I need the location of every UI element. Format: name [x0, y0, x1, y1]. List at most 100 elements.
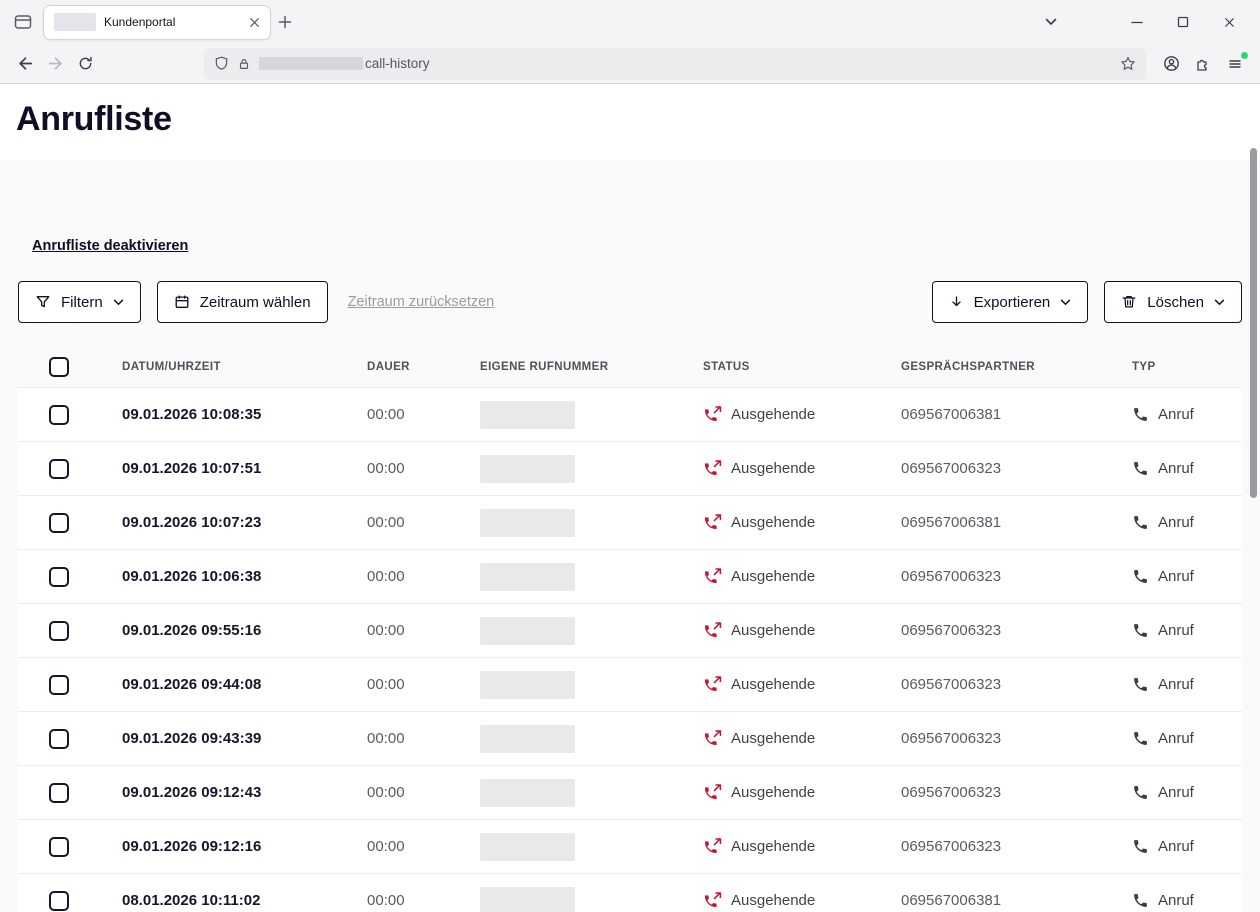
outgoing-call-icon — [703, 675, 722, 694]
table-header-row: DATUM/UHRZEIT DAUER EIGENE RUFNUMMER STA… — [18, 347, 1242, 387]
row-checkbox[interactable] — [49, 567, 69, 587]
select-all-checkbox[interactable] — [49, 357, 69, 377]
window-close-button[interactable] — [1206, 0, 1252, 44]
row-checkbox[interactable] — [49, 459, 69, 479]
row-checkbox[interactable] — [49, 837, 69, 857]
browser-chrome: Kundenportal — [0, 0, 1260, 84]
own-number-redacted — [480, 833, 575, 861]
phone-icon — [1132, 892, 1149, 909]
tab-close-button[interactable] — [244, 12, 264, 32]
col-header-status: STATUS — [703, 361, 901, 373]
cell-partner: 069567006323 — [901, 622, 1132, 639]
account-icon — [1163, 55, 1180, 72]
own-number-redacted — [480, 887, 575, 912]
forward-button[interactable] — [40, 49, 70, 79]
outgoing-call-icon — [703, 621, 722, 640]
cell-datetime: 08.01.2026 10:11:02 — [122, 892, 367, 909]
reload-button[interactable] — [70, 49, 100, 79]
close-icon — [1222, 15, 1237, 30]
cell-partner: 069567006323 — [901, 838, 1132, 855]
row-checkbox[interactable] — [49, 675, 69, 695]
plus-icon — [278, 15, 292, 29]
reset-range-link[interactable]: Zeitraum zurücksetzen — [348, 294, 495, 310]
cell-partner: 069567006323 — [901, 568, 1132, 585]
url-bar[interactable]: call-history — [204, 48, 1146, 80]
maximize-button[interactable] — [1160, 0, 1206, 44]
bookmark-star-icon[interactable] — [1120, 56, 1136, 72]
cell-duration: 00:00 — [367, 730, 480, 747]
shield-icon[interactable] — [214, 56, 229, 71]
new-tab-button[interactable] — [270, 7, 300, 37]
page-title: Anrufliste — [16, 100, 1244, 139]
account-button[interactable] — [1156, 49, 1186, 79]
firefox-view-icon — [13, 12, 33, 32]
cell-type: Anruf — [1158, 730, 1194, 747]
minimize-button[interactable] — [1114, 0, 1160, 44]
table-row: 09.01.2026 09:12:16 00:00 Ausgehende 069… — [18, 819, 1242, 873]
deactivate-row: Anrufliste deaktivieren — [18, 161, 1242, 255]
export-button[interactable]: Exportieren — [932, 281, 1089, 323]
filter-button-label: Filtern — [61, 294, 103, 311]
cell-datetime: 09.01.2026 09:12:16 — [122, 838, 367, 855]
deactivate-calllist-link[interactable]: Anrufliste deaktivieren — [32, 238, 188, 254]
delete-button-label: Löschen — [1147, 294, 1204, 311]
filter-button[interactable]: Filtern — [18, 281, 141, 323]
phone-icon — [1132, 406, 1149, 423]
cell-partner: 069567006323 — [901, 784, 1132, 801]
col-header-partner: GESPRÄCHSPARTNER — [901, 361, 1132, 373]
page-scrollbar-thumb[interactable] — [1250, 148, 1257, 498]
cell-duration: 00:00 — [367, 568, 480, 585]
cell-type: Anruf — [1158, 784, 1194, 801]
own-number-redacted — [480, 455, 575, 483]
outgoing-call-icon — [703, 513, 722, 532]
url-domain-redacted — [259, 57, 363, 70]
cell-partner: 069567006323 — [901, 460, 1132, 477]
page-header: Anrufliste — [0, 84, 1260, 161]
col-header-type: TYP — [1132, 361, 1242, 373]
lock-icon[interactable] — [237, 57, 251, 71]
tab-list-button[interactable] — [1028, 0, 1074, 44]
cell-duration: 00:00 — [367, 892, 480, 909]
cell-datetime: 09.01.2026 09:55:16 — [122, 622, 367, 639]
row-checkbox[interactable] — [49, 783, 69, 803]
table-row: 09.01.2026 09:12:43 00:00 Ausgehende 069… — [18, 765, 1242, 819]
funnel-icon — [35, 294, 51, 310]
trash-icon — [1121, 294, 1137, 310]
cell-type: Anruf — [1158, 514, 1194, 531]
cell-type: Anruf — [1158, 406, 1194, 423]
phone-icon — [1132, 460, 1149, 477]
row-checkbox[interactable] — [49, 405, 69, 425]
date-range-button[interactable]: Zeitraum wählen — [157, 281, 328, 323]
row-checkbox[interactable] — [49, 729, 69, 749]
own-number-redacted — [480, 401, 575, 429]
outgoing-call-icon — [703, 459, 722, 478]
delete-button[interactable]: Löschen — [1104, 281, 1242, 323]
table-row: 09.01.2026 09:44:08 00:00 Ausgehende 069… — [18, 657, 1242, 711]
extensions-button[interactable] — [1188, 49, 1218, 79]
outgoing-call-icon — [703, 405, 722, 424]
row-checkbox[interactable] — [49, 891, 69, 911]
extensions-puzzle-icon — [1195, 56, 1211, 72]
cell-status: Ausgehende — [731, 676, 815, 693]
back-button[interactable] — [10, 49, 40, 79]
browser-tab[interactable]: Kundenportal — [44, 6, 270, 39]
firefox-view-button[interactable] — [8, 7, 38, 37]
row-checkbox[interactable] — [49, 513, 69, 533]
phone-icon — [1132, 730, 1149, 747]
outgoing-call-icon — [703, 891, 722, 910]
col-header-duration: DAUER — [367, 361, 480, 373]
outgoing-call-icon — [703, 783, 722, 802]
chevron-down-icon — [1045, 18, 1057, 26]
reload-icon — [78, 56, 93, 71]
cell-partner: 069567006323 — [901, 730, 1132, 747]
cell-partner: 069567006323 — [901, 676, 1132, 693]
cell-datetime: 09.01.2026 09:43:39 — [122, 730, 367, 747]
own-number-redacted — [480, 617, 575, 645]
row-checkbox[interactable] — [49, 621, 69, 641]
phone-icon — [1132, 784, 1149, 801]
tab-favicon-redacted — [54, 13, 96, 31]
chevron-down-icon — [113, 299, 124, 306]
cell-duration: 00:00 — [367, 676, 480, 693]
table-row: 09.01.2026 09:43:39 00:00 Ausgehende 069… — [18, 711, 1242, 765]
cell-partner: 069567006381 — [901, 406, 1132, 423]
